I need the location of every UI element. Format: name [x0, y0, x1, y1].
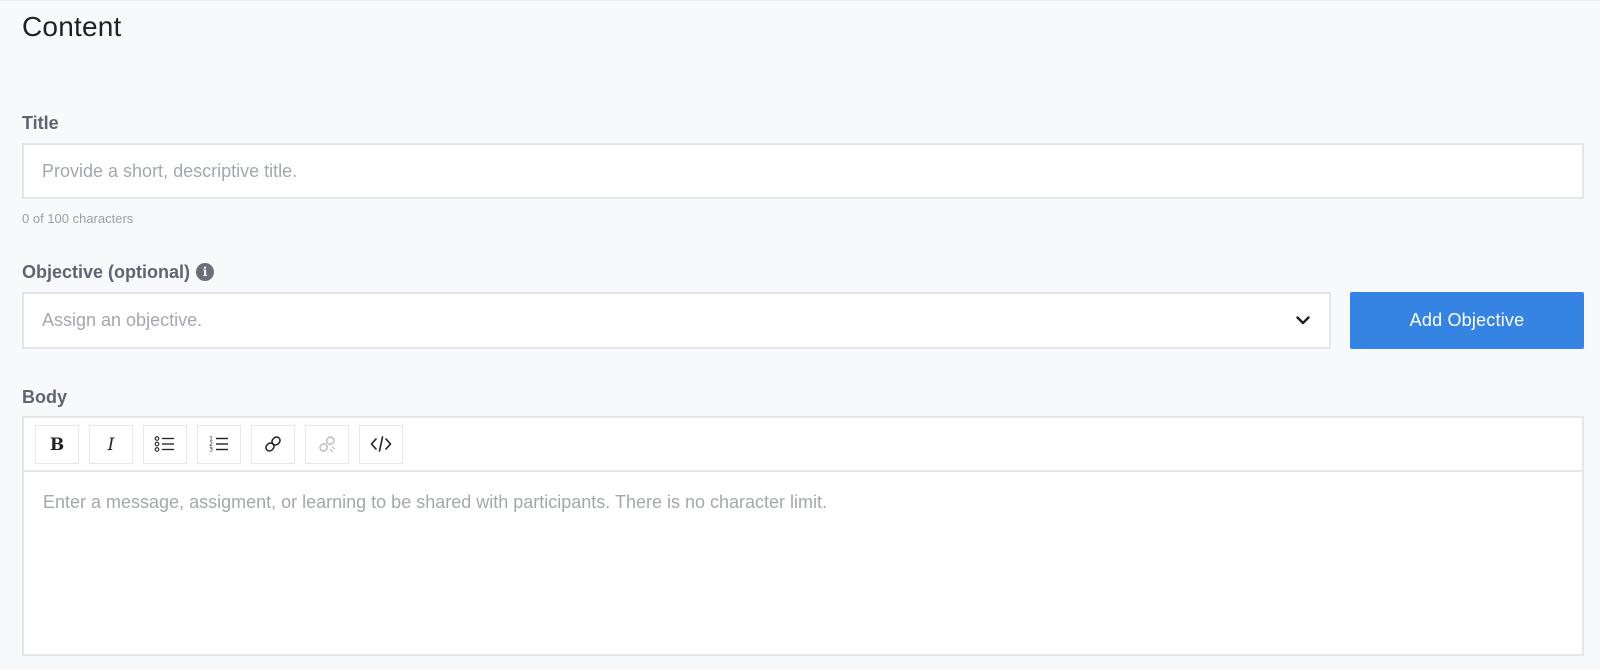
objective-label-row: Objective (optional) i — [22, 262, 215, 283]
unlink-icon — [317, 434, 337, 454]
svg-text:B: B — [50, 435, 64, 453]
section-title: Content — [22, 11, 122, 42]
title-label: Title — [22, 113, 59, 133]
svg-text:I: I — [107, 435, 115, 453]
svg-text:3: 3 — [209, 447, 213, 454]
objective-placeholder: Assign an objective. — [42, 310, 203, 330]
bulleted-list-button[interactable] — [143, 424, 187, 464]
bulleted-list-icon — [154, 435, 176, 453]
objective-label: Objective (optional) — [22, 262, 191, 282]
body-label: Body — [22, 387, 67, 407]
title-input[interactable] — [22, 143, 1584, 199]
italic-button[interactable]: I — [89, 424, 133, 464]
objective-dropdown[interactable]: Assign an objective. — [22, 292, 1331, 349]
chevron-down-icon — [1295, 313, 1311, 329]
title-character-counter: 0 of 100 characters — [22, 211, 134, 226]
numbered-list-button[interactable]: 1 2 3 — [197, 424, 241, 464]
content-form: Content Title 0 of 100 characters Object… — [0, 0, 1600, 670]
italic-icon: I — [102, 435, 120, 453]
body-placeholder: Enter a message, assigment, or learning … — [43, 492, 828, 512]
bold-icon: B — [48, 435, 66, 453]
info-icon[interactable]: i — [196, 262, 215, 281]
link-button[interactable] — [251, 424, 295, 464]
unlink-button[interactable] — [305, 424, 349, 464]
link-icon — [263, 434, 283, 454]
add-objective-button[interactable]: Add Objective — [1350, 292, 1584, 349]
body-text-area[interactable]: Enter a message, assigment, or learning … — [24, 472, 1582, 533]
bold-button[interactable]: B — [35, 424, 79, 464]
code-icon — [370, 435, 392, 453]
code-button[interactable] — [359, 424, 403, 464]
editor-toolbar: B I 1 2 3 — [24, 418, 1582, 472]
body-editor: B I 1 2 3 Enter a message, assigment, or… — [22, 416, 1584, 656]
numbered-list-icon: 1 2 3 — [208, 435, 230, 453]
